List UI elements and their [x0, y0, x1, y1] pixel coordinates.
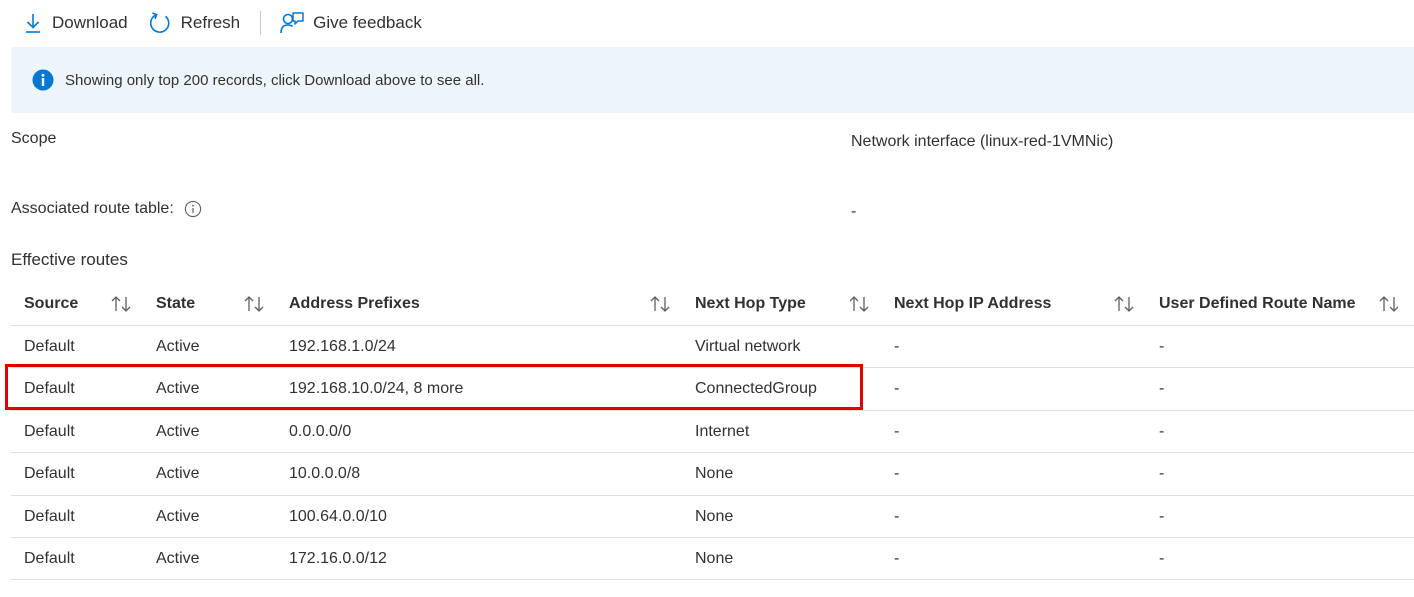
cell-udr-name: -: [1159, 338, 1165, 355]
cell-state: Active: [156, 422, 200, 440]
route-table-value: -: [851, 203, 857, 220]
sort-icon[interactable]: [242, 282, 266, 326]
effective-routes-title: Effective routes: [11, 250, 128, 269]
info-icon[interactable]: [184, 200, 202, 218]
give-feedback-button[interactable]: Give feedback: [279, 8, 422, 38]
table-row[interactable]: Default Active 10.0.0.0/8 None - -: [11, 453, 1414, 496]
cell-address-prefixes: 172.16.0.0/12: [289, 549, 387, 567]
refresh-label: Refresh: [180, 13, 241, 32]
sort-icon[interactable]: [1112, 282, 1136, 326]
cell-next-hop-ip: -: [894, 507, 900, 525]
cell-udr-name: -: [1159, 380, 1165, 398]
scope-value: Network interface (linux-red-1VMNic): [851, 133, 1114, 150]
column-header-next-hop-ip[interactable]: Next Hop IP Address: [894, 282, 1051, 326]
table-row[interactable]: Default Active 172.16.0.0/12 None - -: [11, 538, 1414, 581]
cell-udr-name: -: [1159, 422, 1165, 440]
sort-icon[interactable]: [109, 282, 133, 326]
cell-next-hop-type: None: [695, 549, 734, 567]
toolbar-divider: [260, 11, 262, 35]
cell-address-prefixes: 0.0.0.0/0: [289, 422, 352, 440]
feedback-icon: [279, 10, 305, 36]
column-header-udr-name[interactable]: User Defined Route Name: [1159, 282, 1356, 326]
table-row[interactable]: Default Active 100.64.0.0/10 None - -: [11, 496, 1414, 538]
scope-label: Scope: [11, 130, 56, 148]
cell-source: Default: [24, 465, 75, 483]
sort-icon[interactable]: [847, 282, 871, 326]
cell-source: Default: [24, 380, 75, 398]
cell-next-hop-ip: -: [894, 380, 900, 398]
route-table-label-text: Associated route table:: [11, 200, 174, 217]
cell-state: Active: [156, 465, 200, 483]
refresh-icon: [147, 10, 173, 36]
cell-state: Active: [156, 507, 200, 525]
cell-state: Active: [156, 549, 200, 567]
toolbar: Download Refresh Give feedback: [0, 0, 1414, 46]
cell-next-hop-ip: -: [894, 549, 900, 567]
cell-address-prefixes: 10.0.0.0/8: [289, 465, 361, 483]
sort-icon[interactable]: [1377, 282, 1401, 326]
cell-source: Default: [24, 338, 75, 355]
cell-source: Default: [24, 507, 75, 525]
cell-udr-name: -: [1159, 465, 1165, 483]
info-icon: [32, 69, 54, 91]
table-row[interactable]: Default Active 0.0.0.0/0 Internet - -: [11, 411, 1414, 454]
table-row[interactable]: Default Active 192.168.1.0/24 Virtual netwo…: [11, 326, 1414, 369]
cell-udr-name: -: [1159, 507, 1165, 525]
cell-next-hop-ip: -: [894, 338, 900, 355]
download-label: Download: [52, 13, 128, 32]
route-table-label: Associated route table:: [11, 200, 202, 218]
column-header-address-prefixes[interactable]: Address Prefixes: [289, 282, 420, 326]
cell-next-hop-ip: -: [894, 465, 900, 483]
cell-address-prefixes: 192.168.1.0/24: [289, 338, 396, 355]
table-header: Source State Address Prefixes Next Hop T…: [11, 282, 1414, 326]
column-header-source[interactable]: Source: [24, 282, 78, 326]
cell-address-prefixes: 100.64.0.0/10: [289, 507, 387, 525]
cell-source: Default: [24, 422, 75, 440]
cell-next-hop-ip: -: [894, 422, 900, 440]
column-header-next-hop-type[interactable]: Next Hop Type: [695, 282, 806, 326]
download-icon: [20, 10, 46, 36]
cell-next-hop-type: ConnectedGroup: [695, 380, 817, 398]
cell-source: Default: [24, 549, 75, 567]
info-banner: Showing only top 200 records, click Down…: [11, 47, 1414, 113]
cell-state: Active: [156, 338, 200, 355]
column-header-state[interactable]: State: [156, 282, 195, 326]
cell-address-prefixes: 192.168.10.0/24, 8 more: [289, 380, 464, 398]
banner-message: Showing only top 200 records, click Down…: [65, 71, 485, 89]
cell-state: Active: [156, 380, 200, 398]
feedback-label: Give feedback: [313, 13, 422, 32]
cell-next-hop-type: None: [695, 507, 734, 525]
download-button[interactable]: Download: [20, 8, 128, 38]
cell-next-hop-type: None: [695, 465, 734, 483]
refresh-button[interactable]: Refresh: [147, 8, 241, 38]
effective-routes-table: Source State Address Prefixes Next Hop T…: [11, 282, 1414, 581]
sort-icon[interactable]: [648, 282, 672, 326]
table-body: Default Active 192.168.1.0/24 Virtual netwo…: [11, 326, 1414, 581]
cell-udr-name: -: [1159, 549, 1165, 567]
cell-next-hop-type: Virtual network: [695, 338, 801, 355]
scope-label-text: Scope: [11, 130, 57, 147]
table-row[interactable]: Default Active 192.168.10.0/24, 8 more Conn…: [11, 368, 1414, 411]
cell-next-hop-type: Internet: [695, 422, 750, 440]
